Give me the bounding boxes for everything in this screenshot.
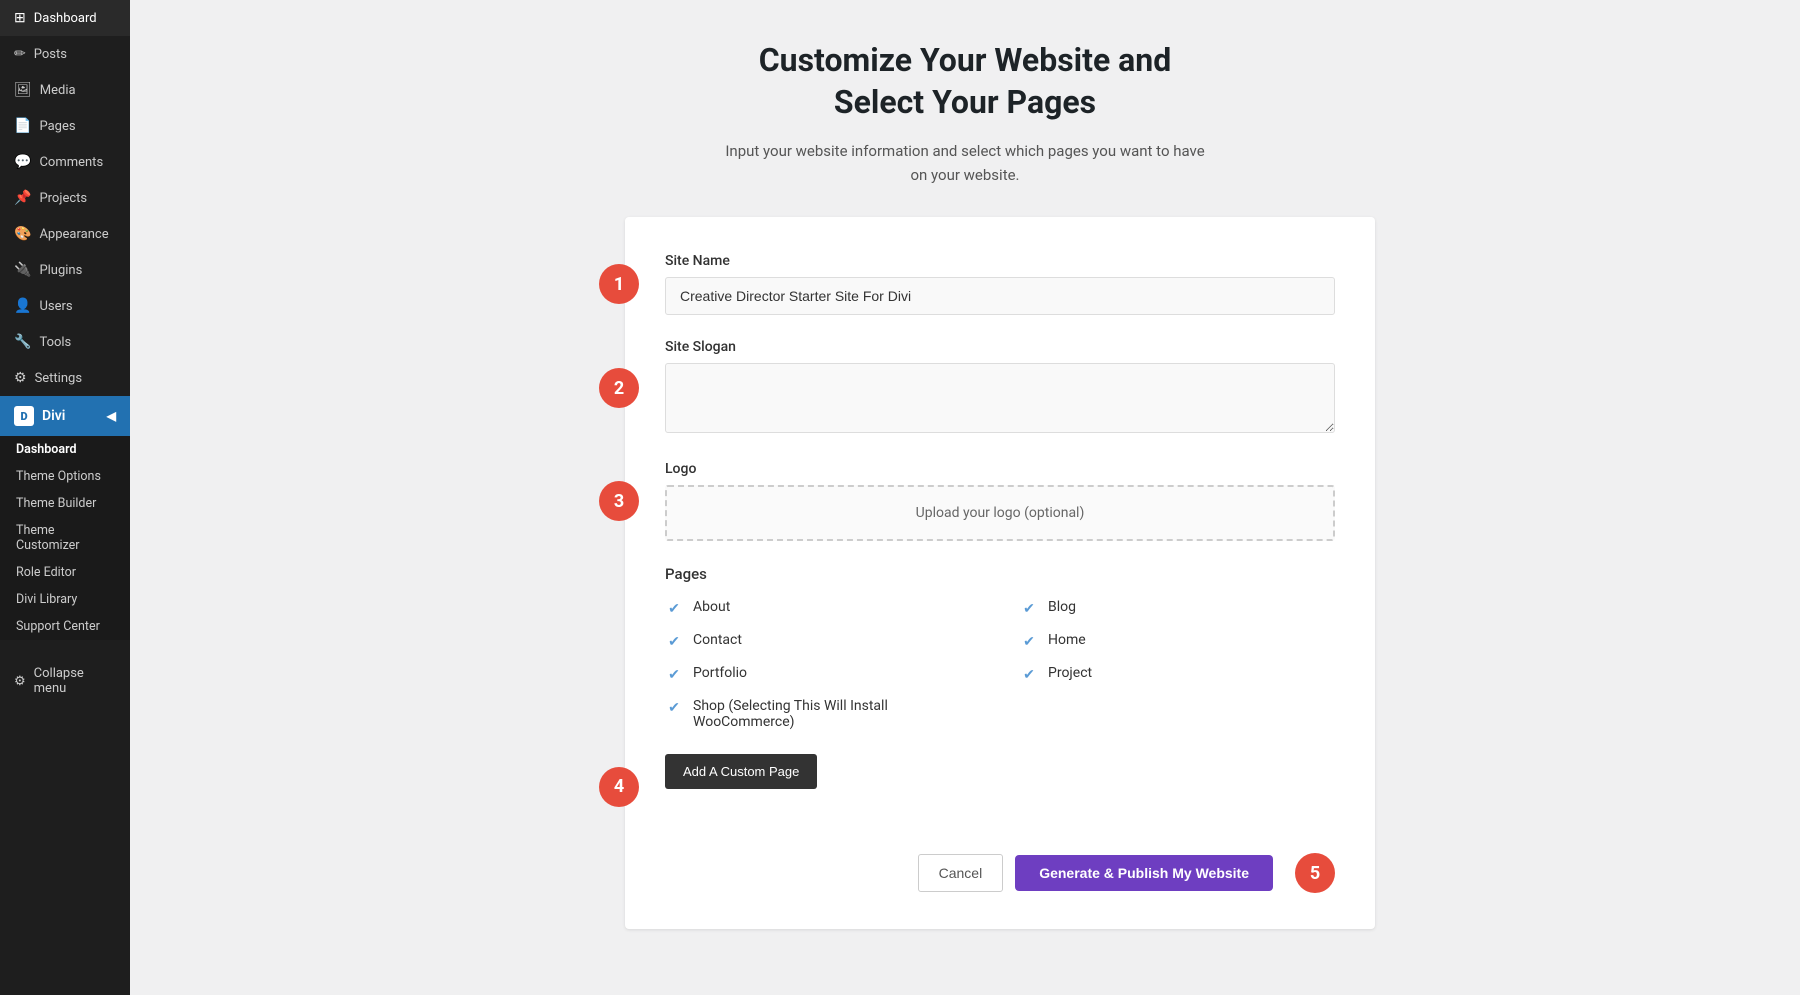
- sidebar-item-comments[interactable]: 💬 Comments: [0, 144, 130, 180]
- sidebar-item-projects[interactable]: 📌 Projects: [0, 180, 130, 216]
- step-5-badge: 5: [1295, 853, 1335, 893]
- page-subtitle: Input your website information and selec…: [555, 139, 1375, 187]
- divi-menu-header[interactable]: D Divi ◀: [0, 396, 130, 436]
- site-slogan-input[interactable]: [665, 363, 1335, 433]
- step-4-badge: 4: [599, 767, 639, 807]
- page-checkbox-home[interactable]: ✔ Home: [1020, 632, 1335, 651]
- form-actions: Cancel Generate & Publish My Website 5: [665, 843, 1335, 893]
- sidebar-item-media[interactable]: 🖼 Media: [0, 72, 130, 108]
- step-2-badge: 2: [599, 368, 639, 408]
- check-project-icon: ✔: [1020, 666, 1038, 684]
- main-content: Customize Your Website andSelect Your Pa…: [130, 0, 1800, 995]
- dashboard-icon: ⊞: [14, 10, 26, 26]
- logo-upload-area[interactable]: Upload your logo (optional): [665, 485, 1335, 541]
- sidebar-sub-item-support-center[interactable]: Support Center: [0, 613, 130, 640]
- users-icon: 👤: [14, 298, 31, 314]
- step-3-badge: 3: [599, 481, 639, 521]
- sidebar-item-tools[interactable]: 🔧 Tools: [0, 324, 130, 360]
- sidebar-item-users[interactable]: 👤 Users: [0, 288, 130, 324]
- site-name-input[interactable]: [665, 277, 1335, 315]
- collapse-menu-button[interactable]: ⚙ Collapse menu: [0, 656, 130, 706]
- sidebar-item-dashboard[interactable]: ⊞ Dashboard: [0, 0, 130, 36]
- sidebar-item-settings[interactable]: ⚙ Settings: [0, 360, 130, 396]
- sidebar-sub-item-theme-builder[interactable]: Theme Builder: [0, 490, 130, 517]
- page-checkbox-contact[interactable]: ✔ Contact: [665, 632, 980, 651]
- divi-sub-menu: Dashboard Theme Options Theme Builder Th…: [0, 436, 130, 640]
- comments-icon: 💬: [14, 154, 31, 170]
- settings-icon: ⚙: [14, 370, 27, 386]
- form-card: 1 Site Name 2 Site Slogan 3 Logo Upload …: [625, 217, 1375, 929]
- sidebar-item-pages[interactable]: 📄 Pages: [0, 108, 130, 144]
- page-checkbox-project[interactable]: ✔ Project: [1020, 665, 1335, 684]
- divi-arrow-icon: ◀: [107, 409, 116, 423]
- publish-button[interactable]: Generate & Publish My Website: [1015, 855, 1273, 891]
- check-portfolio-icon: ✔: [665, 666, 683, 684]
- site-slogan-group: 2 Site Slogan: [665, 339, 1335, 437]
- add-page-wrapper: 4 Add A Custom Page: [665, 754, 817, 819]
- check-shop-icon: ✔: [665, 699, 683, 717]
- page-checkbox-about[interactable]: ✔ About: [665, 599, 980, 618]
- sidebar-sub-item-role-editor[interactable]: Role Editor: [0, 559, 130, 586]
- pages-group: Pages ✔ About ✔ Blog ✔ Cont: [665, 565, 1335, 819]
- logo-label: Logo: [665, 461, 1335, 477]
- check-blog-icon: ✔: [1020, 600, 1038, 618]
- divi-logo-icon: D: [14, 406, 34, 426]
- page-checkbox-blog[interactable]: ✔ Blog: [1020, 599, 1335, 618]
- appearance-icon: 🎨: [14, 226, 31, 242]
- page-title: Customize Your Website andSelect Your Pa…: [555, 40, 1375, 123]
- pages-section-label: Pages: [665, 565, 1335, 583]
- check-contact-icon: ✔: [665, 633, 683, 651]
- site-slogan-label: Site Slogan: [665, 339, 1335, 355]
- logo-group: 3 Logo Upload your logo (optional): [665, 461, 1335, 541]
- sidebar: ⊞ Dashboard ✏ Posts 🖼 Media 📄 Pages 💬 Co…: [0, 0, 130, 995]
- sidebar-sub-item-dashboard[interactable]: Dashboard: [0, 436, 130, 463]
- check-about-icon: ✔: [665, 600, 683, 618]
- posts-icon: ✏: [14, 46, 26, 62]
- media-icon: 🖼: [14, 82, 32, 98]
- cancel-button[interactable]: Cancel: [918, 854, 1004, 892]
- projects-icon: 📌: [14, 190, 31, 206]
- pages-icon: 📄: [14, 118, 31, 134]
- page-checkbox-shop[interactable]: ✔ Shop (Selecting This Will Install WooC…: [665, 698, 980, 730]
- divi-section: D Divi ◀: [0, 396, 130, 436]
- add-custom-page-button[interactable]: Add A Custom Page: [665, 754, 817, 789]
- pages-grid: ✔ About ✔ Blog ✔ Contact ✔: [665, 599, 1335, 730]
- site-name-label: Site Name: [665, 253, 1335, 269]
- sidebar-item-plugins[interactable]: 🔌 Plugins: [0, 252, 130, 288]
- plugins-icon: 🔌: [14, 262, 31, 278]
- sidebar-item-posts[interactable]: ✏ Posts: [0, 36, 130, 72]
- check-home-icon: ✔: [1020, 633, 1038, 651]
- center-panel: Customize Your Website andSelect Your Pa…: [555, 40, 1375, 929]
- site-name-group: 1 Site Name: [665, 253, 1335, 315]
- sidebar-sub-item-theme-options[interactable]: Theme Options: [0, 463, 130, 490]
- sidebar-sub-item-theme-customizer[interactable]: Theme Customizer: [0, 517, 130, 559]
- publish-wrapper: Generate & Publish My Website 5: [1015, 853, 1335, 893]
- tools-icon: 🔧: [14, 334, 31, 350]
- sidebar-sub-item-divi-library[interactable]: Divi Library: [0, 586, 130, 613]
- sidebar-item-appearance[interactable]: 🎨 Appearance: [0, 216, 130, 252]
- collapse-icon: ⚙: [14, 674, 26, 689]
- page-checkbox-portfolio[interactable]: ✔ Portfolio: [665, 665, 980, 684]
- step-1-badge: 1: [599, 264, 639, 304]
